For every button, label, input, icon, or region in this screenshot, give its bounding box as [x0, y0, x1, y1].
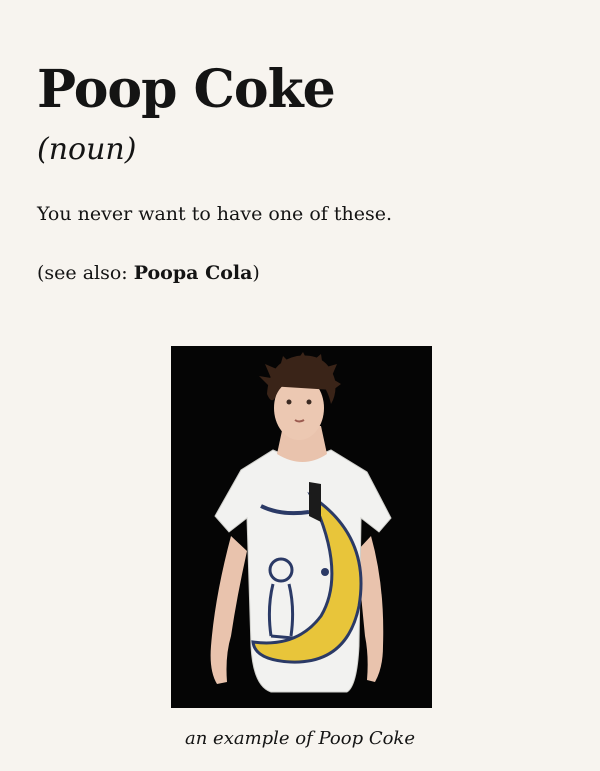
part-of-speech: (noun) — [37, 132, 137, 167]
dictionary-entry-page: Poop Coke (noun) You never want to have … — [0, 0, 600, 771]
see-also-suffix: ) — [252, 262, 260, 284]
definition-text: You never want to have one of these. — [37, 203, 393, 225]
photo-caption: an example of Poop Coke — [185, 728, 415, 749]
see-also-prefix: (see also: — [37, 262, 134, 284]
example-photo — [171, 346, 432, 708]
see-also-line: (see also: Poopa Cola) — [37, 259, 260, 287]
entry-term: Poop Coke — [37, 59, 336, 120]
see-also-term: Poopa Cola — [133, 262, 253, 284]
